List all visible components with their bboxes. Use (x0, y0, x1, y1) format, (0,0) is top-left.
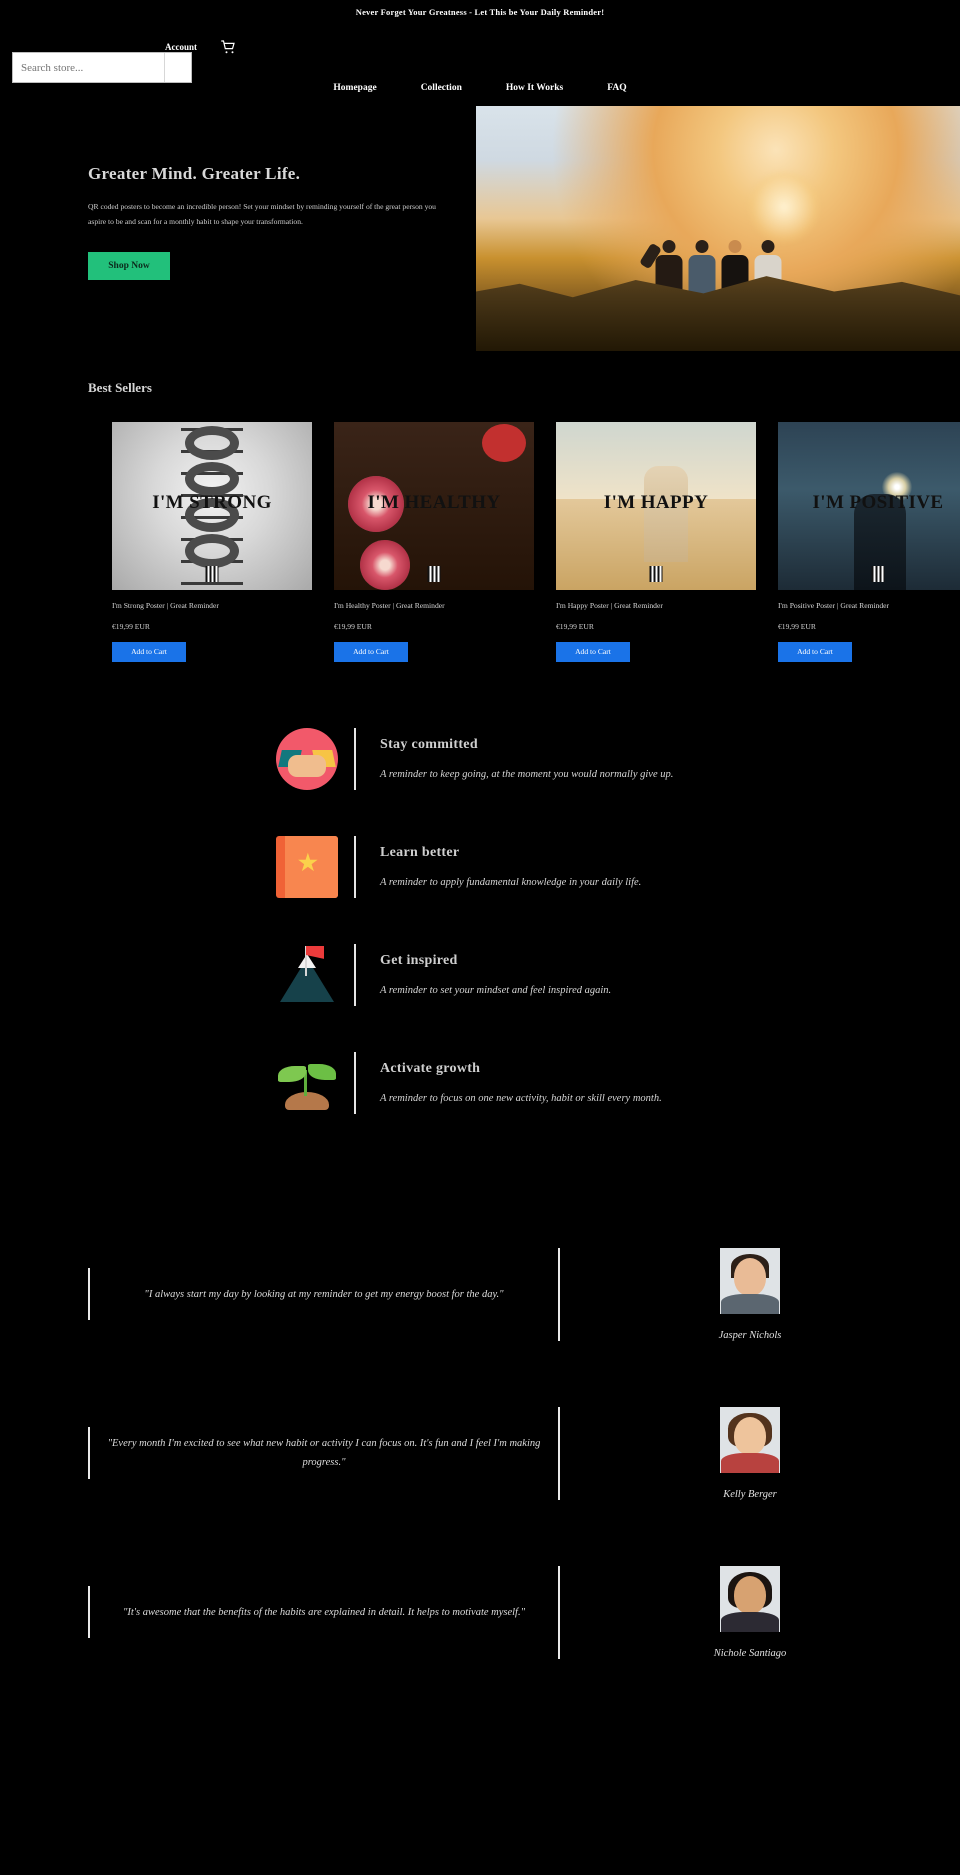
testimonial-name: Nichole Santiago (713, 1647, 787, 1659)
add-to-cart-button[interactable]: Add to Cart (556, 641, 630, 662)
nav-item-how-it-works[interactable]: How It Works (506, 83, 563, 93)
qr-code-icon (205, 566, 219, 582)
feature-description: A reminder to set your mindset and feel … (380, 985, 612, 997)
best-sellers-title: Best Sellers (88, 380, 152, 395)
product-image[interactable]: I'M POSITIVE (778, 422, 960, 590)
product-card[interactable]: I'M STRONG I'm Strong Poster | Great Rem… (112, 422, 312, 662)
feature-row: ★ Learn better A reminder to apply funda… (0, 835, 960, 898)
feature-divider (354, 727, 356, 790)
product-image[interactable]: I'M HAPPY (556, 422, 756, 590)
nav-item-homepage[interactable]: Homepage (333, 83, 376, 93)
poster-text: I'M HEALTHY (367, 491, 501, 513)
testimonial-divider (558, 1247, 560, 1341)
announcement-bar: Never Forget Your Greatness - Let This b… (0, 0, 960, 24)
poster-text: I'M STRONG (152, 491, 272, 513)
hero-paragraph: QR coded posters to become an incredible… (88, 202, 436, 226)
handshake-icon (276, 727, 338, 790)
hero-image (476, 106, 960, 351)
feature-title: Learn better (380, 845, 460, 861)
feature-row: Activate growth A reminder to focus on o… (0, 1051, 960, 1114)
feature-description: A reminder to focus on one new activity,… (380, 1093, 662, 1105)
feature-description: A reminder to apply fundamental knowledg… (380, 877, 642, 889)
product-price: €19,99 EUR (334, 621, 372, 631)
feature-title: Activate growth (380, 1061, 481, 1077)
product-price: €19,99 EUR (778, 621, 816, 631)
search-input[interactable] (13, 53, 164, 82)
product-image[interactable]: I'M HEALTHY (334, 422, 534, 590)
feature-title: Stay committed (380, 737, 478, 753)
announcement-text: Never Forget Your Greatness - Let This b… (355, 7, 605, 17)
add-to-cart-button[interactable]: Add to Cart (334, 641, 408, 662)
nav-item-collection[interactable]: Collection (421, 83, 462, 93)
product-title[interactable]: I'm Healthy Poster | Great Reminder (334, 600, 520, 613)
search-icon[interactable] (164, 53, 191, 82)
feature-divider (354, 1051, 356, 1114)
testimonial-name: Jasper Nichols (718, 1329, 782, 1341)
avatar (720, 1406, 780, 1473)
poster-text: I'M HAPPY (603, 491, 709, 513)
product-title[interactable]: I'm Happy Poster | Great Reminder (556, 600, 742, 613)
seedling-icon (276, 1052, 338, 1114)
testimonial-quote: "It's awesome that the benefits of the h… (122, 1606, 526, 1618)
shop-now-button[interactable]: Shop Now (88, 251, 170, 280)
mountain-flag-icon (276, 944, 338, 1006)
testimonial-quote: "I always start my day by looking at my … (144, 1288, 504, 1300)
testimonial-divider (558, 1406, 560, 1500)
product-title[interactable]: I'm Strong Poster | Great Reminder (112, 600, 298, 613)
feature-divider (354, 835, 356, 898)
features-section: Stay committed A reminder to keep going,… (0, 662, 960, 1114)
book-star-icon: ★ (276, 835, 338, 898)
testimonial-quote: "Every month I'm excited to see what new… (107, 1437, 541, 1469)
sun-glow (747, 169, 822, 244)
add-to-cart-button[interactable]: Add to Cart (112, 641, 186, 662)
poster-text: I'M POSITIVE (812, 491, 944, 513)
avatar (720, 1565, 780, 1632)
cart-icon[interactable] (219, 38, 237, 56)
feature-row: Get inspired A reminder to set your mind… (0, 943, 960, 1006)
feature-divider (354, 943, 356, 1006)
qr-code-icon (871, 566, 885, 582)
product-price: €19,99 EUR (112, 621, 150, 631)
hero-section: Greater Mind. Greater Life. QR coded pos… (0, 106, 960, 358)
product-price: €19,99 EUR (556, 621, 594, 631)
feature-row: Stay committed A reminder to keep going,… (0, 727, 960, 790)
product-card[interactable]: I'M HEALTHY I'm Healthy Poster | Great R… (334, 422, 534, 662)
search-box[interactable] (12, 52, 192, 83)
product-card[interactable]: I'M POSITIVE I'm Positive Poster | Great… (778, 422, 960, 662)
qr-code-icon (427, 566, 441, 582)
hero-copy: Greater Mind. Greater Life. QR coded pos… (88, 164, 448, 280)
testimonial-divider (558, 1565, 560, 1659)
testimonial-row: "I always start my day by looking at my … (0, 1247, 960, 1341)
testimonial-row: "Every month I'm excited to see what new… (0, 1406, 960, 1500)
avatar (720, 1247, 780, 1314)
qr-code-icon (649, 566, 663, 582)
nav-item-faq[interactable]: FAQ (607, 83, 626, 93)
hero-title: Greater Mind. Greater Life. (88, 164, 301, 183)
testimonial-row: "It's awesome that the benefits of the h… (0, 1565, 960, 1659)
product-image[interactable]: I'M STRONG (112, 422, 312, 590)
account-link[interactable]: Account (165, 42, 197, 52)
product-card[interactable]: I'M HAPPY I'm Happy Poster | Great Remin… (556, 422, 756, 662)
product-title[interactable]: I'm Positive Poster | Great Reminder (778, 600, 960, 613)
add-to-cart-button[interactable]: Add to Cart (778, 641, 852, 662)
testimonials-section: "I always start my day by looking at my … (0, 1160, 960, 1765)
testimonial-name: Kelly Berger (723, 1488, 777, 1500)
feature-title: Get inspired (380, 953, 458, 969)
best-sellers-list: I'M STRONG I'm Strong Poster | Great Rem… (0, 396, 960, 662)
site-header: Account (0, 24, 960, 83)
feature-description: A reminder to keep going, at the moment … (380, 769, 674, 781)
